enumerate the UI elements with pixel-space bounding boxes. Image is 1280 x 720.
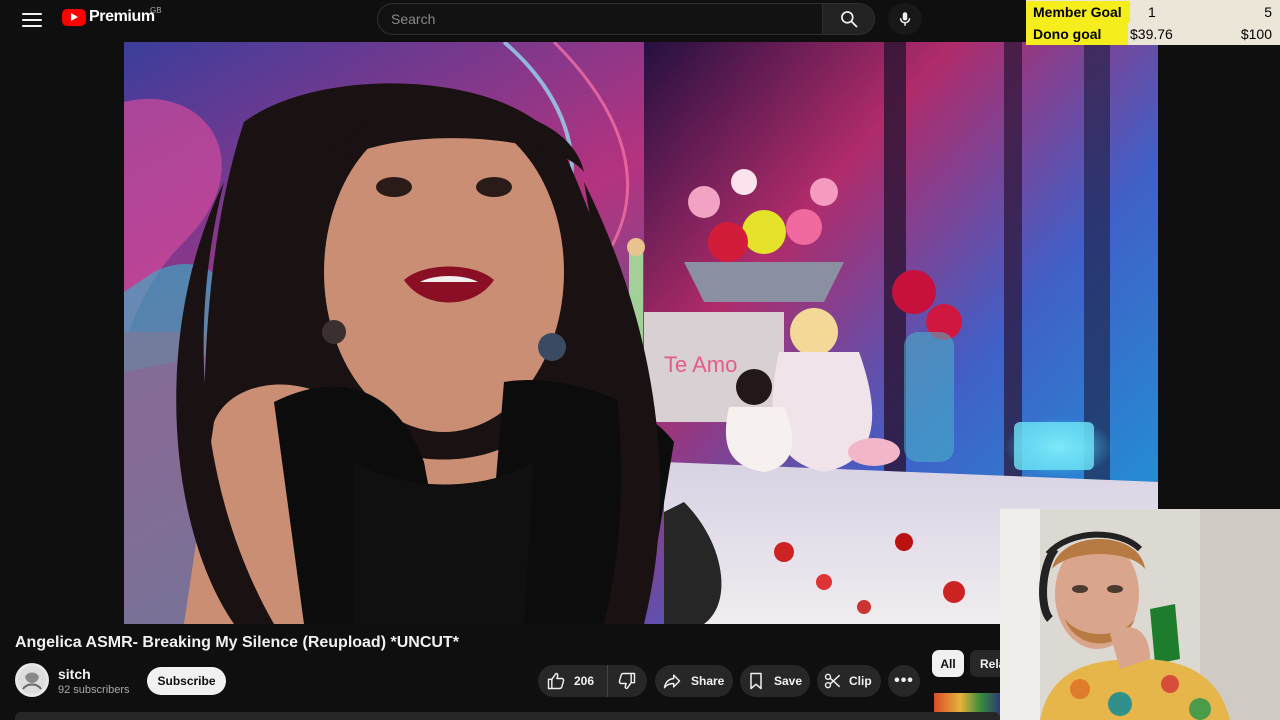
scissors-icon [824,673,841,689]
subscriber-count: 92 subscribers [58,684,130,696]
search-input[interactable] [378,4,822,34]
donation-goal-row: Dono goal $39.76 $100 [1026,23,1280,45]
member-goal-label: Member Goal [1026,1,1130,23]
channel-avatar[interactable] [15,663,49,697]
donation-goal-label: Dono goal [1026,23,1128,45]
subscribe-button[interactable]: Subscribe [147,667,226,695]
member-goal-current: 1 [1148,4,1156,20]
youtube-premium-logo[interactable]: Premium [62,8,155,26]
dislike-button[interactable] [608,665,646,697]
thumbs-up-icon [547,672,565,690]
bookmark-icon [750,672,762,690]
svg-text:Te Amo: Te Amo [664,352,737,377]
stream-goals-overlay: Member Goal 1 5 Dono goal $39.76 $100 [1026,0,1280,45]
like-dislike-group: 206 [538,665,647,697]
share-button[interactable]: Share [655,665,733,697]
clip-button[interactable]: Clip [817,665,881,697]
voice-search-button[interactable] [888,3,922,35]
like-count: 206 [574,674,595,688]
share-label: Share [691,674,725,688]
description-panel-edge [15,712,1000,720]
save-button[interactable]: Save [740,665,810,697]
donation-goal-current: $39.76 [1130,26,1173,42]
like-button[interactable]: 206 [538,665,608,697]
thumbs-down-icon [618,672,636,690]
member-goal-row: Member Goal 1 5 [1026,1,1280,23]
donation-goal-target: $100 [1240,26,1272,42]
video-title: Angelica ASMR- Breaking My Silence (Reup… [15,634,459,651]
channel-name[interactable]: sitch [58,666,91,682]
more-actions-button[interactable]: ••• [888,665,920,697]
search-button[interactable] [823,3,875,35]
save-label: Save [774,674,803,688]
search-box [377,3,823,35]
logo-text: Premium [89,8,155,25]
search-icon [840,11,857,28]
menu-icon[interactable] [18,7,46,33]
webcam-feed [1000,509,1280,720]
member-goal-target: 5 [1264,4,1272,20]
region-code: GB [150,6,162,15]
avatar-image [18,666,46,694]
youtube-play-icon [62,8,86,26]
chip-all[interactable]: All [932,650,964,677]
webcam-overlay [1000,509,1280,720]
clip-label: Clip [849,674,872,688]
mic-icon [899,12,911,26]
share-arrow-icon [663,674,681,689]
